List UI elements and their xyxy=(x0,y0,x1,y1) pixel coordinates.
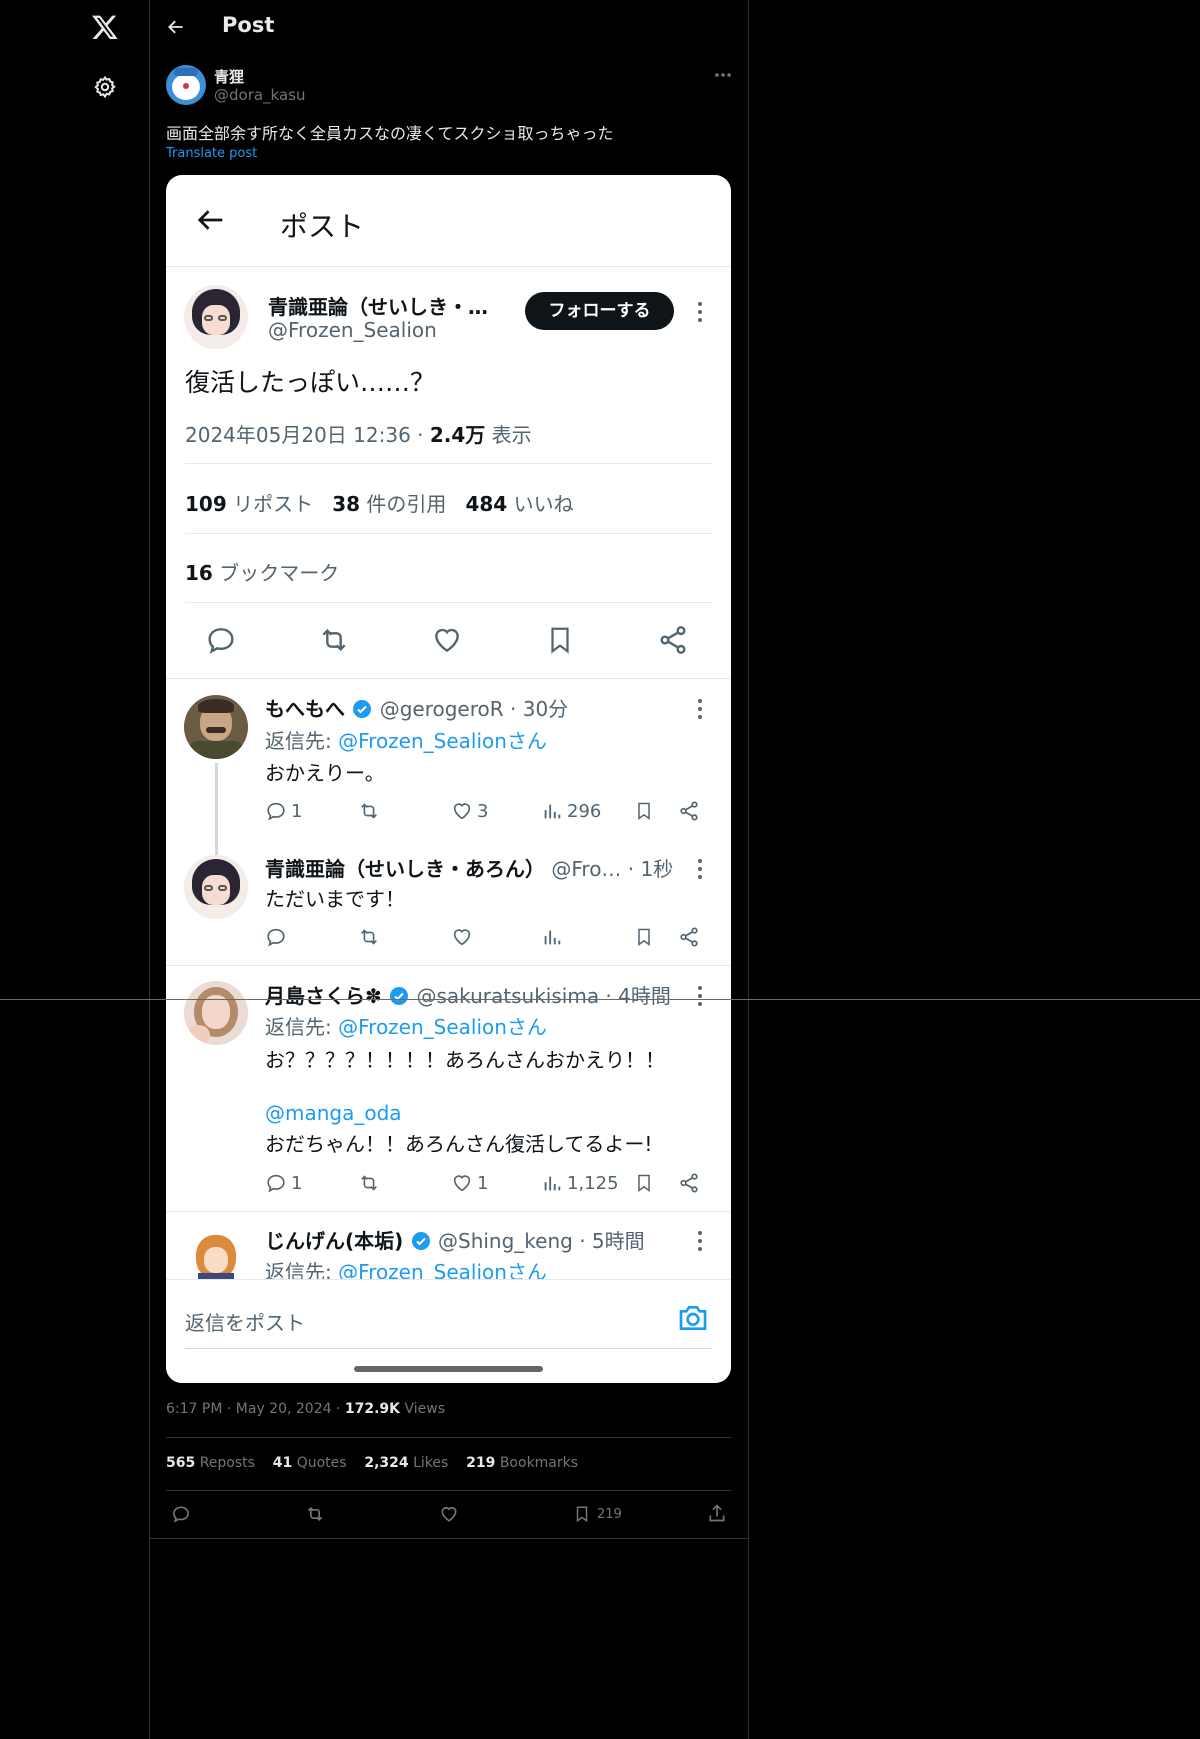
shot-reply2-repost-icon xyxy=(357,926,381,948)
views-count: 172.9K xyxy=(344,1401,401,1417)
post-date[interactable]: May 20, 2024 xyxy=(236,1401,332,1417)
shot-reply3-avatar xyxy=(184,981,248,1045)
post-time[interactable]: 6:17 PM xyxy=(166,1401,222,1417)
shot-back-arrow-icon xyxy=(196,205,226,235)
shot-reply4-more-icon xyxy=(698,1231,702,1255)
share-button[interactable] xyxy=(707,1503,727,1523)
shot-header-title: ポスト xyxy=(280,210,365,243)
more-options-icon[interactable] xyxy=(714,72,732,78)
shot-reply1-replying-to: 返信先: @Frozen_Sealionさん xyxy=(265,729,547,753)
shot-repost-icon xyxy=(317,624,351,656)
shot-meta: 2024年05月20日 12:36 · 2.4万 表示 xyxy=(185,423,532,447)
author-name[interactable]: 青狸 xyxy=(214,66,244,87)
bookmark-count: 219 xyxy=(597,1506,622,1522)
shot-reply3-repost-icon xyxy=(357,1172,381,1194)
repost-button[interactable] xyxy=(304,1504,326,1524)
x-logo-icon[interactable] xyxy=(91,13,119,41)
quotes-stat[interactable]: 41 Quotes xyxy=(273,1455,347,1471)
translate-post-link[interactable]: Translate post xyxy=(166,146,257,161)
shot-post-text: 復活したっぽい……？ xyxy=(185,368,436,397)
shot-reply1-view-count: 296 xyxy=(541,800,601,822)
reposts-stat[interactable]: 565 Reposts xyxy=(166,1455,255,1471)
shot-compose-placeholder: 返信をポスト xyxy=(185,1311,305,1335)
shot-reply4-header: じんげん(本垢) @Shing_keng · 5時間 xyxy=(265,1229,645,1253)
shot-reply1-avatar xyxy=(184,695,248,759)
shot-reply1-more-icon xyxy=(698,699,702,723)
post-stats: 565 Reposts 41 Quotes 2,324 Likes 219 Bo… xyxy=(166,1455,578,1471)
shot-engagement-stats: 109 リポスト 38 件の引用 484 いいね xyxy=(185,492,574,516)
shot-reply1-repost-icon xyxy=(357,800,381,822)
reply-button[interactable] xyxy=(171,1504,191,1524)
shot-reply2-avatar xyxy=(184,855,248,919)
shot-reply1-header: もへもへ @gerogeroR · 30分 xyxy=(265,697,569,721)
shot-reply3-bookmark-icon xyxy=(634,1172,654,1194)
shot-like-icon xyxy=(431,624,463,656)
shot-reply3-like-count: 1 xyxy=(451,1172,488,1194)
shot-reply1-text: おかえりー。 xyxy=(265,761,385,785)
back-arrow-icon[interactable] xyxy=(166,17,186,37)
shot-more-icon xyxy=(698,302,702,326)
views-label: Views xyxy=(404,1401,446,1417)
shot-reply3-mention: @manga_oda xyxy=(265,1101,402,1125)
shot-reply2-views-icon xyxy=(541,926,563,948)
shot-reply2-header: 青識亜論（せいしき・あろん） @Fro… · 1秒 xyxy=(265,857,674,881)
bookmark-icon xyxy=(576,1506,588,1523)
author-avatar[interactable] xyxy=(166,65,206,105)
shot-follow-button: フォローする xyxy=(525,292,674,330)
shot-bookmark-stats: 16 ブックマーク xyxy=(185,561,340,585)
shot-reply2-share-icon xyxy=(678,926,700,948)
shot-reply3-text-2: おだちゃん！！あろんさん復活してるよー! xyxy=(265,1132,653,1156)
shot-camera-icon xyxy=(676,1302,710,1334)
shot-author-handle: @Frozen_Sealion xyxy=(268,318,437,342)
shot-author-avatar xyxy=(184,285,248,349)
settings-gear-icon[interactable] xyxy=(93,75,117,99)
like-button[interactable] xyxy=(439,1504,459,1524)
shot-reply1-reply-count: 1 xyxy=(265,800,302,822)
shot-reply3-view-count: 1,125 xyxy=(541,1172,619,1194)
shot-reply3-reply-count: 1 xyxy=(265,1172,302,1194)
embedded-screenshot[interactable]: ポスト 青識亜論（せいしき・… @Frozen_Sealion フォローする 復… xyxy=(166,175,731,1383)
shot-reply-icon xyxy=(205,624,237,656)
page-title: Post xyxy=(222,13,275,37)
shot-reply2-bookmark-icon xyxy=(634,926,654,948)
post-timestamp: 6:17 PM · May 20, 2024 · 172.9K Views xyxy=(166,1401,446,1417)
likes-stat[interactable]: 2,324 Likes xyxy=(364,1455,448,1471)
post-text: 画面全部余す所なく全員カスなの凄くてスクショ取っちゃった xyxy=(166,124,614,143)
shot-reply2-text: ただいまです！ xyxy=(265,887,405,911)
shot-reply2-reply-icon xyxy=(265,926,287,948)
shot-reply3-share-icon xyxy=(678,1172,700,1194)
shot-reply2-like-icon xyxy=(451,926,473,948)
shot-home-indicator xyxy=(354,1366,543,1372)
shot-reply3-header: 月島さくら✽ @sakuratsukisima · 4時間 xyxy=(265,984,671,1008)
shot-reply3-text-1: お？？？？！！！！あろんさんおかえり！！ xyxy=(265,1048,665,1072)
shot-reply1-share-icon xyxy=(678,800,700,822)
shot-author-name: 青識亜論（せいしき・… xyxy=(268,295,488,319)
shot-reply1-like-count: 3 xyxy=(451,800,488,822)
shot-reply1-bookmark-icon xyxy=(634,800,654,822)
author-handle[interactable]: @dora_kasu xyxy=(214,86,306,104)
shot-reply3-replying-to: 返信先: @Frozen_Sealionさん xyxy=(265,1015,547,1039)
shot-bookmark-icon xyxy=(545,624,575,656)
shot-reply2-more-icon xyxy=(698,859,702,883)
shot-share-icon xyxy=(657,624,689,656)
shot-reply3-more-icon xyxy=(698,986,702,1010)
bookmark-button[interactable]: 219 xyxy=(573,1504,622,1524)
bookmarks-stat[interactable]: 219 Bookmarks xyxy=(466,1455,578,1471)
